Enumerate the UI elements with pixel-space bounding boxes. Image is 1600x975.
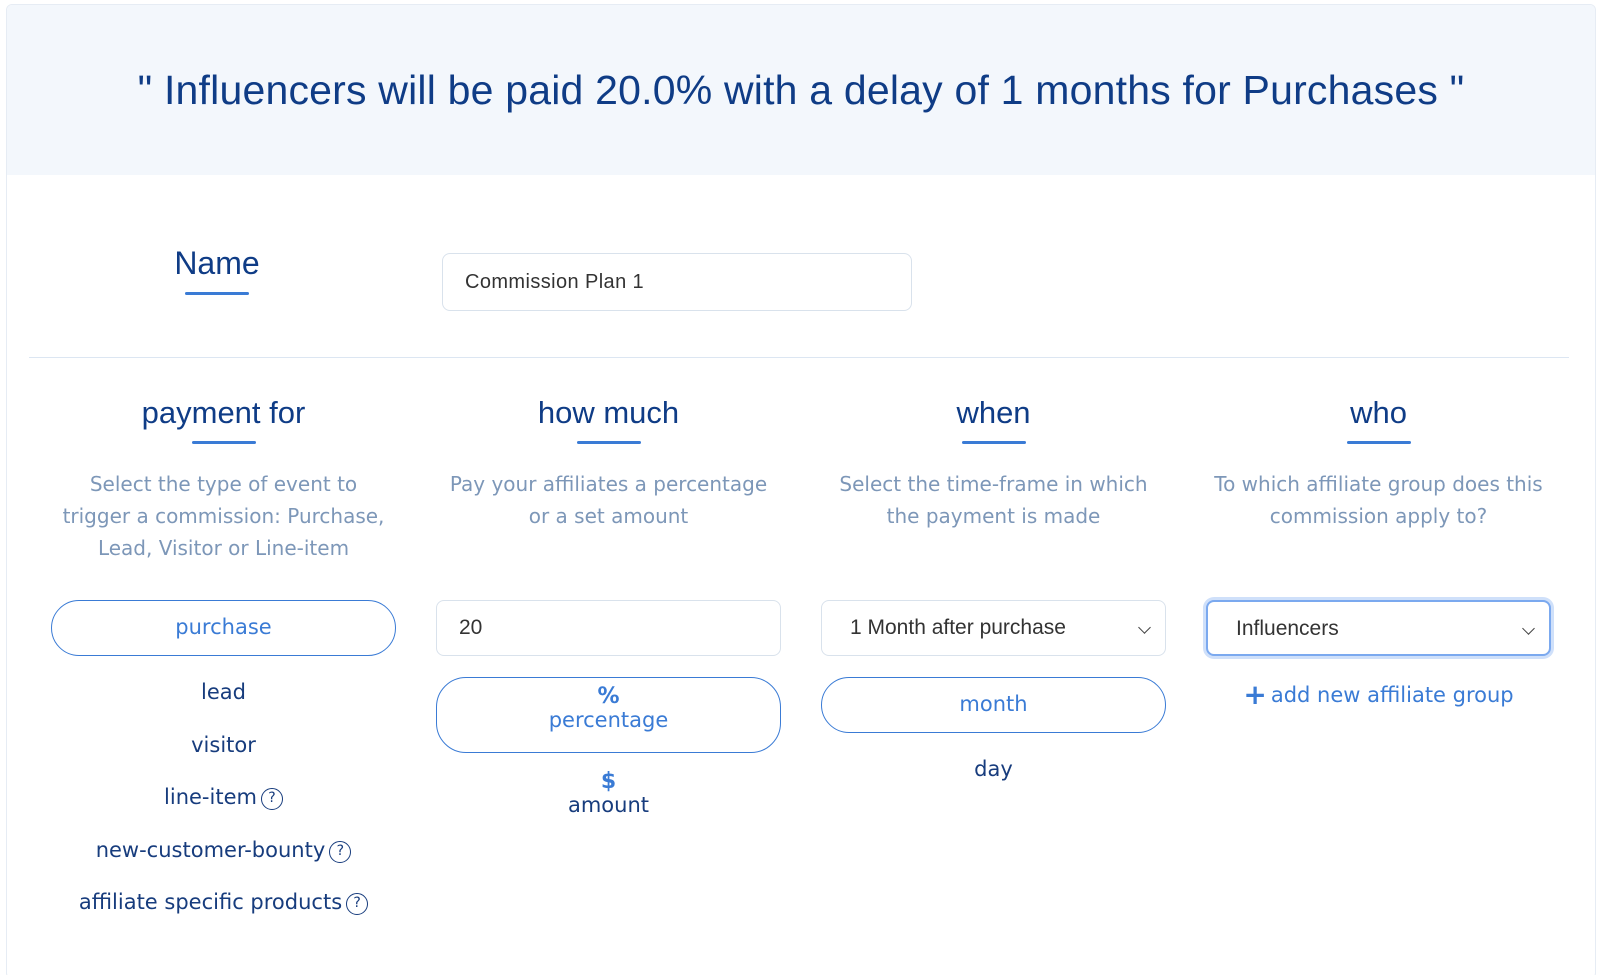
payment-option-affiliate-specific-products[interactable]: affiliate specific products? (51, 890, 396, 915)
new-customer-bounty-label: new-customer-bounty (95, 838, 326, 862)
how-much-title: how much (537, 395, 680, 430)
payment-option-line-item[interactable]: line-item? (51, 785, 396, 810)
when-column: when Select the time-frame in which the … (821, 395, 1166, 532)
payment-option-new-customer-bounty[interactable]: new-customer-bounty? (51, 838, 396, 863)
dollar-icon: $ (600, 769, 617, 794)
question-circle-icon[interactable]: ? (329, 841, 352, 863)
when-title: when (956, 395, 1031, 430)
who-underline (1346, 441, 1411, 444)
how-much-underline (576, 441, 641, 444)
summary-banner: " Influencers will be paid 20.0% with a … (7, 5, 1595, 175)
who-description: To which affiliate group does this commi… (1214, 472, 1543, 528)
chevron-down-icon (1138, 621, 1151, 634)
payment-option-visitor[interactable]: visitor (51, 733, 396, 757)
how-much-description: Pay your affiliates a percentage or a se… (449, 472, 768, 528)
affiliate-group-select-value: Influencers (1236, 617, 1339, 640)
question-circle-icon[interactable]: ? (260, 788, 283, 810)
amount-input[interactable]: 20 (436, 600, 781, 656)
percentage-button[interactable]: % percentage (436, 677, 781, 753)
question-circle-icon[interactable]: ? (346, 893, 369, 915)
affiliate-group-select[interactable]: Influencers (1206, 600, 1551, 656)
commission-plan-card: " Influencers will be paid 20.0% with a … (6, 4, 1596, 975)
percentage-label: percentage (548, 708, 669, 732)
who-column: who To which affiliate group does this c… (1206, 395, 1551, 532)
when-description: Select the time-frame in which the payme… (839, 472, 1148, 528)
payment-for-title: payment for (141, 395, 306, 430)
amount-option[interactable]: $ amount (436, 769, 781, 818)
delay-select-value: 1 Month after purchase (850, 616, 1066, 639)
chevron-down-icon (1522, 622, 1535, 635)
name-input[interactable] (442, 253, 912, 311)
percent-icon: % (597, 684, 620, 709)
name-underline (185, 292, 249, 295)
day-option[interactable]: day (821, 757, 1166, 781)
affiliate-specific-products-label: affiliate specific products (78, 890, 343, 914)
payment-option-purchase[interactable]: purchase (51, 600, 396, 656)
month-button[interactable]: month (821, 677, 1166, 733)
add-affiliate-group-label: add new affiliate group (1270, 683, 1514, 707)
payment-for-underline (191, 441, 256, 444)
payment-for-column: payment for Select the type of event to … (51, 395, 396, 564)
name-label: Name (127, 245, 307, 295)
plus-icon: + (1243, 678, 1267, 711)
how-much-column: how much Pay your affiliates a percentag… (436, 395, 781, 532)
section-divider (29, 357, 1569, 358)
name-label-text: Name (174, 245, 260, 281)
add-affiliate-group-link[interactable]: + add new affiliate group (1206, 678, 1551, 711)
delay-select[interactable]: 1 Month after purchase (821, 600, 1166, 656)
line-item-label: line-item (164, 785, 257, 809)
payment-for-description: Select the type of event to trigger a co… (62, 472, 385, 560)
payment-option-lead[interactable]: lead (51, 680, 396, 704)
amount-label: amount (567, 793, 650, 817)
who-title: who (1350, 395, 1407, 430)
when-underline (961, 441, 1026, 444)
summary-text: " Influencers will be paid 20.0% with a … (137, 67, 1465, 113)
